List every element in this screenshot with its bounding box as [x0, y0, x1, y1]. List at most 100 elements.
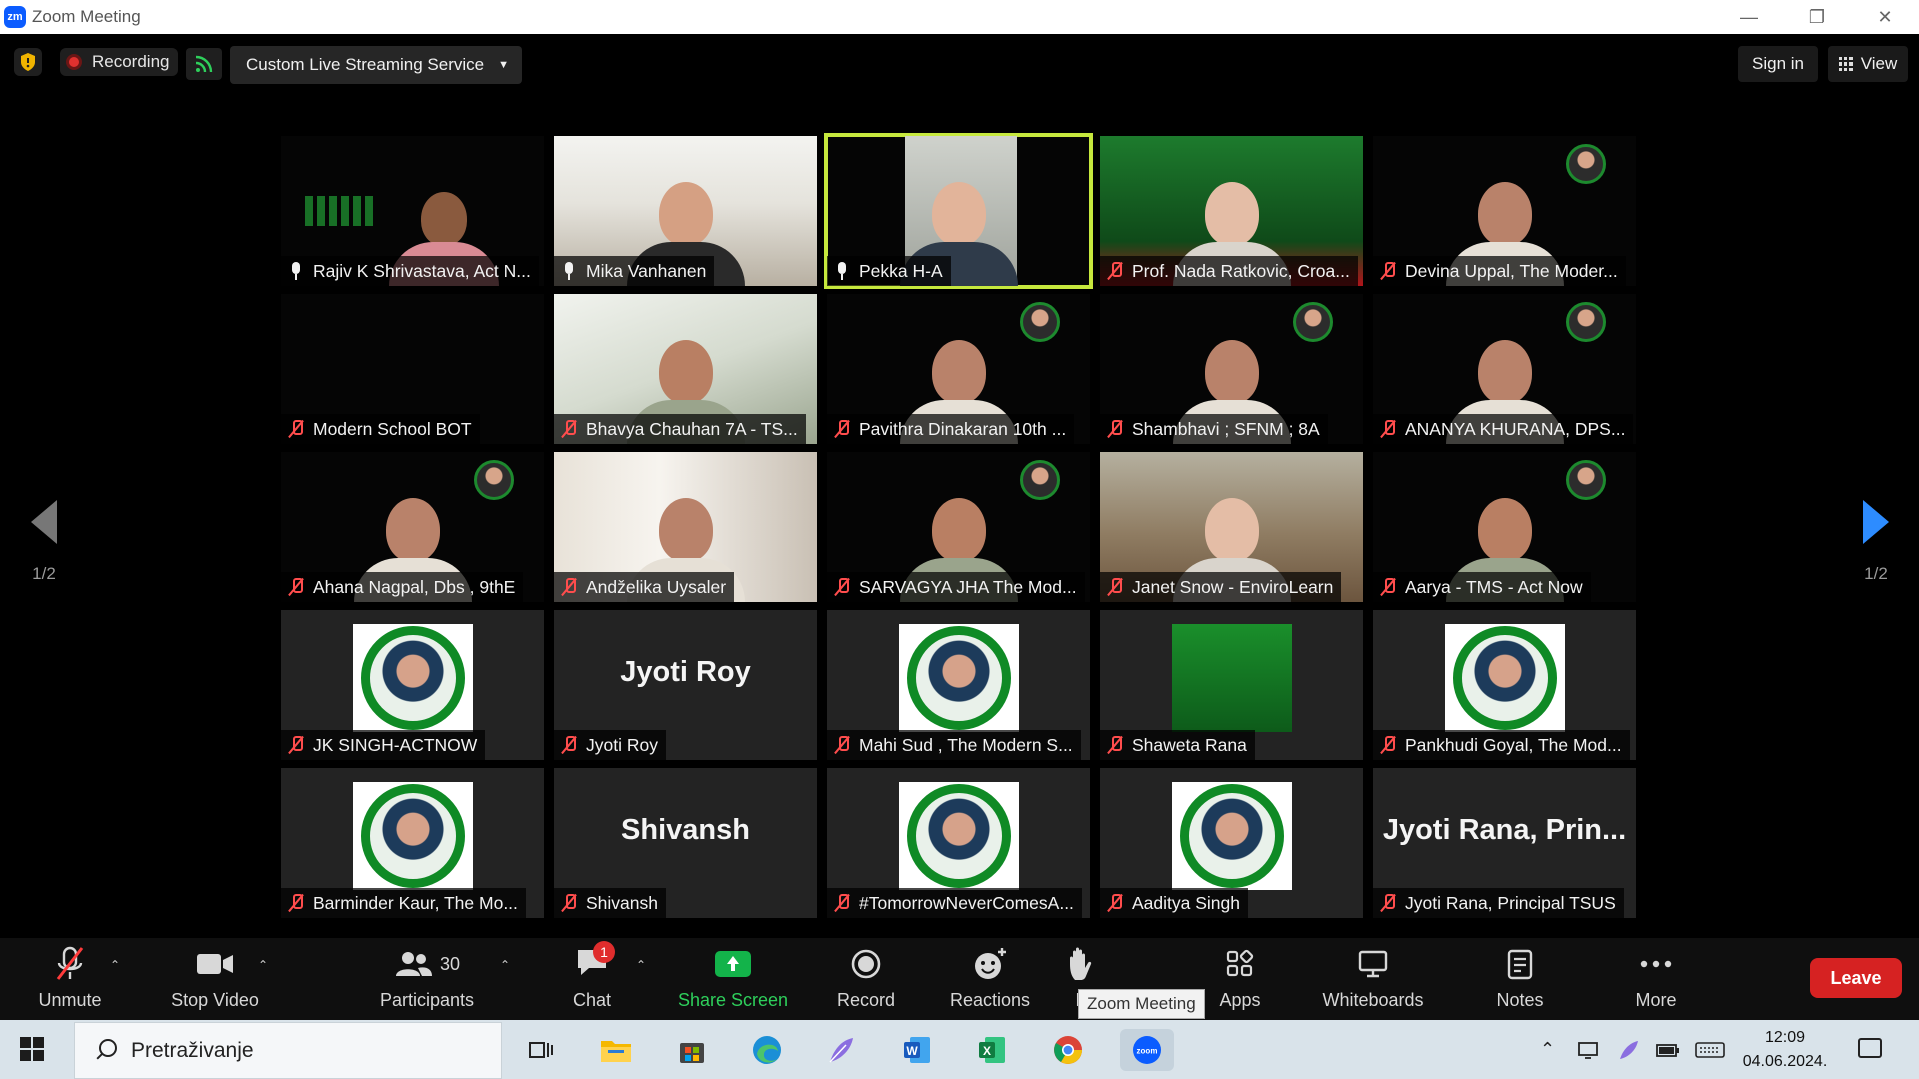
participant-name: Prof. Nada Ratkovic, Croa... [1132, 260, 1350, 281]
meeting-topbar: Recording Custom Live Streaming Service … [0, 34, 1919, 94]
feather-app-icon[interactable] [820, 1029, 862, 1071]
unmute-button[interactable]: Unmute [30, 944, 110, 1011]
video-tile[interactable]: Janet Snow - EnviroLearn [1100, 452, 1363, 602]
taskbar-clock[interactable]: 12:09 04.06.2024. [1735, 1026, 1835, 1074]
chevron-up-icon[interactable]: ⌃ [1540, 1039, 1555, 1060]
participant-name-label: Bhavya Chauhan 7A - TS... [554, 414, 806, 444]
profile-avatar-badge [1566, 302, 1606, 342]
muted-mic-icon [833, 893, 851, 913]
video-tile[interactable]: Pavithra Dinakaran 10th ... [827, 294, 1090, 444]
more-button[interactable]: More [1626, 944, 1686, 1011]
participant-name-label: #TomorrowNeverComesA... [827, 888, 1082, 918]
participants-icon [395, 952, 432, 976]
next-page-button[interactable]: 1/2 [1846, 500, 1906, 584]
video-options-caret-icon[interactable]: ⌃ [258, 958, 268, 972]
video-tile[interactable]: Mahi Sud , The Modern S... [827, 610, 1090, 760]
video-tile[interactable]: Rajiv K Shrivastava, Act N... [281, 136, 544, 286]
video-tile[interactable]: Ahana Nagpal, Dbs , 9thE [281, 452, 544, 602]
raise-hand-icon [1070, 947, 1092, 980]
chrome-icon[interactable] [1047, 1029, 1089, 1071]
participant-name-label: Aarya - TMS - Act Now [1373, 572, 1591, 602]
word-icon[interactable]: W [896, 1029, 938, 1071]
video-tile[interactable]: Prof. Nada Ratkovic, Croa... [1100, 136, 1363, 286]
participant-name: Aaditya Singh [1132, 892, 1240, 913]
apps-button[interactable]: Apps [1218, 944, 1262, 1011]
participant-name-label: Mahi Sud , The Modern S... [827, 730, 1081, 760]
video-tile[interactable]: SARVAGYA JHA The Mod... [827, 452, 1090, 602]
video-gallery: Rajiv K Shrivastava, Act N... Mika Vanhan… [281, 133, 1639, 918]
notes-button[interactable]: Notes [1490, 944, 1550, 1011]
video-tile[interactable]: #TomorrowNeverComesA... [827, 768, 1090, 918]
video-tile[interactable]: Mika Vanhanen [554, 136, 817, 286]
notes-icon [1507, 949, 1533, 980]
edge-browser-icon[interactable] [746, 1029, 788, 1071]
muted-mic-icon [1106, 419, 1124, 439]
task-view-icon[interactable] [520, 1029, 562, 1071]
battery-icon[interactable] [1655, 1041, 1681, 1059]
share-screen-icon [715, 951, 751, 977]
chat-button[interactable]: 1 Chat [552, 940, 632, 1011]
participant-name-label: Prof. Nada Ratkovic, Croa... [1100, 256, 1358, 286]
participant-name-label: SARVAGYA JHA The Mod... [827, 572, 1085, 602]
video-tile[interactable]: ANANYA KHURANA, DPS... [1373, 294, 1636, 444]
video-tile[interactable]: Shaweta Rana [1100, 610, 1363, 760]
video-tile[interactable]: JK SINGH-ACTNOW [281, 610, 544, 760]
participant-name: Bhavya Chauhan 7A - TS... [586, 418, 798, 439]
windows-taskbar: Pretraživanje W X zoom ⌃ 12:09 04.06.202… [0, 1020, 1919, 1079]
video-tile[interactable]: Aaditya Singh [1100, 768, 1363, 918]
security-shield-icon[interactable] [14, 48, 42, 76]
video-tile[interactable]: Pankhudi Goyal, The Mod... [1373, 610, 1636, 760]
profile-avatar-badge [1020, 460, 1060, 500]
participants-caret-icon[interactable]: ⌃ [500, 958, 510, 972]
whiteboards-button[interactable]: Whiteboards [1316, 944, 1430, 1011]
participant-name-label: Pekka H-A [827, 256, 951, 286]
video-tile[interactable]: Modern School BOT [281, 294, 544, 444]
video-tile[interactable]: Pekka H-A [824, 133, 1093, 289]
pen-tray-icon[interactable] [1617, 1038, 1641, 1062]
close-icon[interactable]: ✕ [1851, 0, 1919, 34]
previous-page-button[interactable]: 1/2 [14, 500, 74, 584]
sign-in-button[interactable]: Sign in [1738, 46, 1818, 82]
video-tile[interactable]: Jyoti Roy Jyoti Roy [554, 610, 817, 760]
keyboard-icon[interactable] [1695, 1041, 1725, 1059]
video-tile[interactable]: Shivansh Shivansh [554, 768, 817, 918]
audio-options-caret-icon[interactable]: ⌃ [110, 958, 120, 972]
restore-icon[interactable]: ❐ [1783, 0, 1851, 34]
share-screen-button[interactable]: Share Screen [670, 944, 796, 1011]
file-explorer-icon[interactable] [595, 1029, 637, 1071]
excel-icon[interactable]: X [971, 1029, 1013, 1071]
recording-indicator[interactable]: Recording [60, 48, 178, 76]
microsoft-store-icon[interactable] [671, 1029, 713, 1071]
live-streaming-dropdown[interactable]: Custom Live Streaming Service ▼ [230, 46, 522, 84]
muted-mic-icon [287, 577, 305, 597]
participant-name: Shivansh [586, 892, 658, 913]
participant-name-label: Jyoti Roy [554, 730, 666, 760]
zoom-app-icon[interactable]: zoom [1120, 1029, 1174, 1071]
video-tile[interactable]: Andželika Uysaler [554, 452, 817, 602]
reactions-button[interactable]: Reactions [940, 944, 1040, 1011]
network-icon[interactable] [1577, 1040, 1603, 1060]
video-tile[interactable]: Barminder Kaur, The Mo... [281, 768, 544, 918]
muted-mic-icon [1379, 419, 1397, 439]
stop-video-button[interactable]: Stop Video [160, 944, 270, 1011]
video-tile[interactable]: Jyoti Rana, Prin... Jyoti Rana, Principal… [1373, 768, 1636, 918]
notifications-icon[interactable] [1858, 1038, 1882, 1058]
participant-name: Jyoti Rana, Principal TSUS [1405, 892, 1616, 913]
chat-caret-icon[interactable]: ⌃ [636, 958, 646, 972]
view-button[interactable]: View [1828, 46, 1908, 82]
participant-name-label: Ahana Nagpal, Dbs , 9thE [281, 572, 524, 602]
windows-start-icon[interactable] [20, 1037, 44, 1061]
video-tile[interactable]: Shambhavi ; SFNM ; 8A [1100, 294, 1363, 444]
participant-name: #TomorrowNeverComesA... [859, 892, 1074, 913]
minimize-icon[interactable]: — [1715, 0, 1783, 34]
video-tile[interactable]: Bhavya Chauhan 7A - TS... [554, 294, 817, 444]
microphone-icon [833, 261, 851, 281]
participants-button[interactable]: 30 Participants [372, 944, 482, 1011]
record-button[interactable]: Record [820, 944, 912, 1011]
leave-button[interactable]: Leave [1810, 958, 1902, 998]
window-titlebar: zm Zoom Meeting — ❐ ✕ [0, 0, 1919, 34]
live-stream-icon[interactable] [186, 48, 222, 80]
video-tile[interactable]: Aarya - TMS - Act Now [1373, 452, 1636, 602]
video-tile[interactable]: Devina Uppal, The Moder... [1373, 136, 1636, 286]
taskbar-search-box[interactable]: Pretraživanje [74, 1022, 502, 1079]
